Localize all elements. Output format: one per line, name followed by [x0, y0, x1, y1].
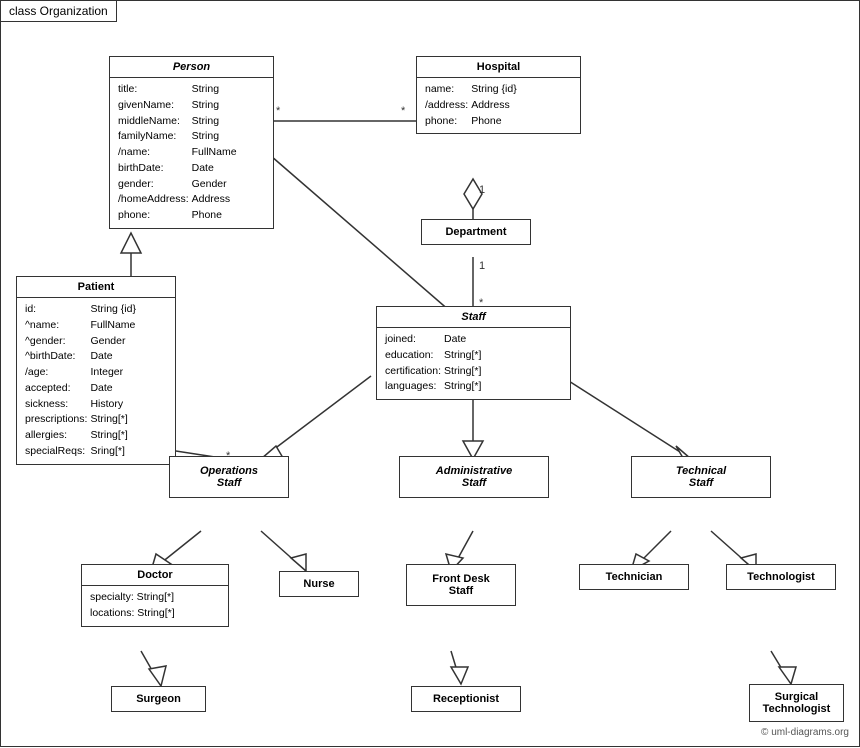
- doctor-class: Doctor specialty: String[*] locations: S…: [81, 564, 229, 627]
- front-desk-staff-class: Front DeskStaff: [406, 564, 516, 606]
- technician-label: Technician: [606, 571, 663, 583]
- doctor-header: Doctor: [82, 565, 228, 586]
- technical-staff-label: TechnicalStaff: [676, 465, 726, 489]
- receptionist-label: Receptionist: [433, 693, 499, 705]
- nurse-label: Nurse: [303, 578, 334, 590]
- svg-text:*: *: [276, 105, 281, 117]
- svg-text:*: *: [401, 105, 406, 117]
- hospital-header: Hospital: [417, 57, 580, 78]
- technologist-label: Technologist: [747, 571, 815, 583]
- patient-class: Patient id:String {id} ^name:FullName ^g…: [16, 276, 176, 465]
- person-body: title:String givenName:String middleName…: [110, 78, 273, 228]
- receptionist-class: Receptionist: [411, 686, 521, 712]
- technologist-class: Technologist: [726, 564, 836, 590]
- surgical-technologist-class: SurgicalTechnologist: [749, 684, 844, 722]
- technician-class: Technician: [579, 564, 689, 590]
- operations-staff-class: OperationsStaff: [169, 456, 289, 498]
- hospital-class: Hospital name:String {id} /address:Addre…: [416, 56, 581, 134]
- technical-staff-class: TechnicalStaff: [631, 456, 771, 498]
- nurse-class: Nurse: [279, 571, 359, 597]
- hospital-body: name:String {id} /address:Address phone:…: [417, 78, 580, 133]
- department-class: Department: [421, 219, 531, 245]
- doctor-body: specialty: String[*] locations: String[*…: [82, 586, 228, 626]
- administrative-staff-label: AdministrativeStaff: [436, 465, 512, 489]
- surgeon-class: Surgeon: [111, 686, 206, 712]
- watermark: © uml-diagrams.org: [761, 727, 849, 738]
- operations-staff-label: OperationsStaff: [200, 465, 258, 489]
- front-desk-staff-label: Front DeskStaff: [432, 573, 489, 597]
- staff-header: Staff: [377, 307, 570, 328]
- person-header: Person: [110, 57, 273, 78]
- patient-header: Patient: [17, 277, 175, 298]
- person-class: Person title:String givenName:String mid…: [109, 56, 274, 229]
- surgeon-label: Surgeon: [136, 693, 181, 705]
- svg-text:1: 1: [479, 260, 485, 272]
- administrative-staff-class: AdministrativeStaff: [399, 456, 549, 498]
- surgical-technologist-label: SurgicalTechnologist: [763, 691, 831, 715]
- department-label: Department: [445, 226, 506, 238]
- staff-body: joined:Date education:String[*] certific…: [377, 328, 570, 399]
- diagram-container: class Organization * * 1 * 1 * * *: [0, 0, 860, 747]
- staff-class: Staff joined:Date education:String[*] ce…: [376, 306, 571, 400]
- diagram-title: class Organization: [1, 1, 117, 22]
- svg-text:1: 1: [479, 184, 485, 196]
- patient-body: id:String {id} ^name:FullName ^gender:Ge…: [17, 298, 175, 464]
